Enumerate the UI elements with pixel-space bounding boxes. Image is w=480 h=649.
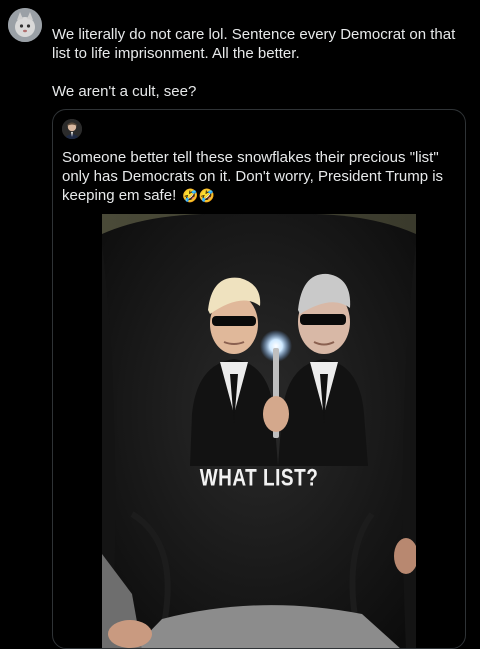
quoted-text-body: Someone better tell these snowflakes the… xyxy=(62,149,444,204)
quoted-post-card[interactable]: Someone better tell these snowflakes the… xyxy=(52,109,466,649)
quoted-post-text: Someone better tell these snowflakes the… xyxy=(62,148,458,205)
rofl-emoji-icon: 🤣🤣 xyxy=(182,188,215,203)
cat-avatar-icon xyxy=(8,8,42,42)
author-avatar[interactable] xyxy=(8,8,42,42)
quoted-author-avatar[interactable] xyxy=(62,119,82,139)
quoted-post-image[interactable]: WHAT LIST? xyxy=(102,214,416,648)
post-text-line: We aren't a cult, see? xyxy=(52,83,197,100)
shirt-text: WHAT LIST? xyxy=(199,465,319,492)
photo-sweatshirt-icon xyxy=(102,214,416,648)
post-text-line: We literally do not care lol. Sentence e… xyxy=(52,26,456,62)
post-text: We literally do not care lol. Sentence e… xyxy=(52,25,472,101)
user-photo-avatar-icon xyxy=(62,119,82,139)
